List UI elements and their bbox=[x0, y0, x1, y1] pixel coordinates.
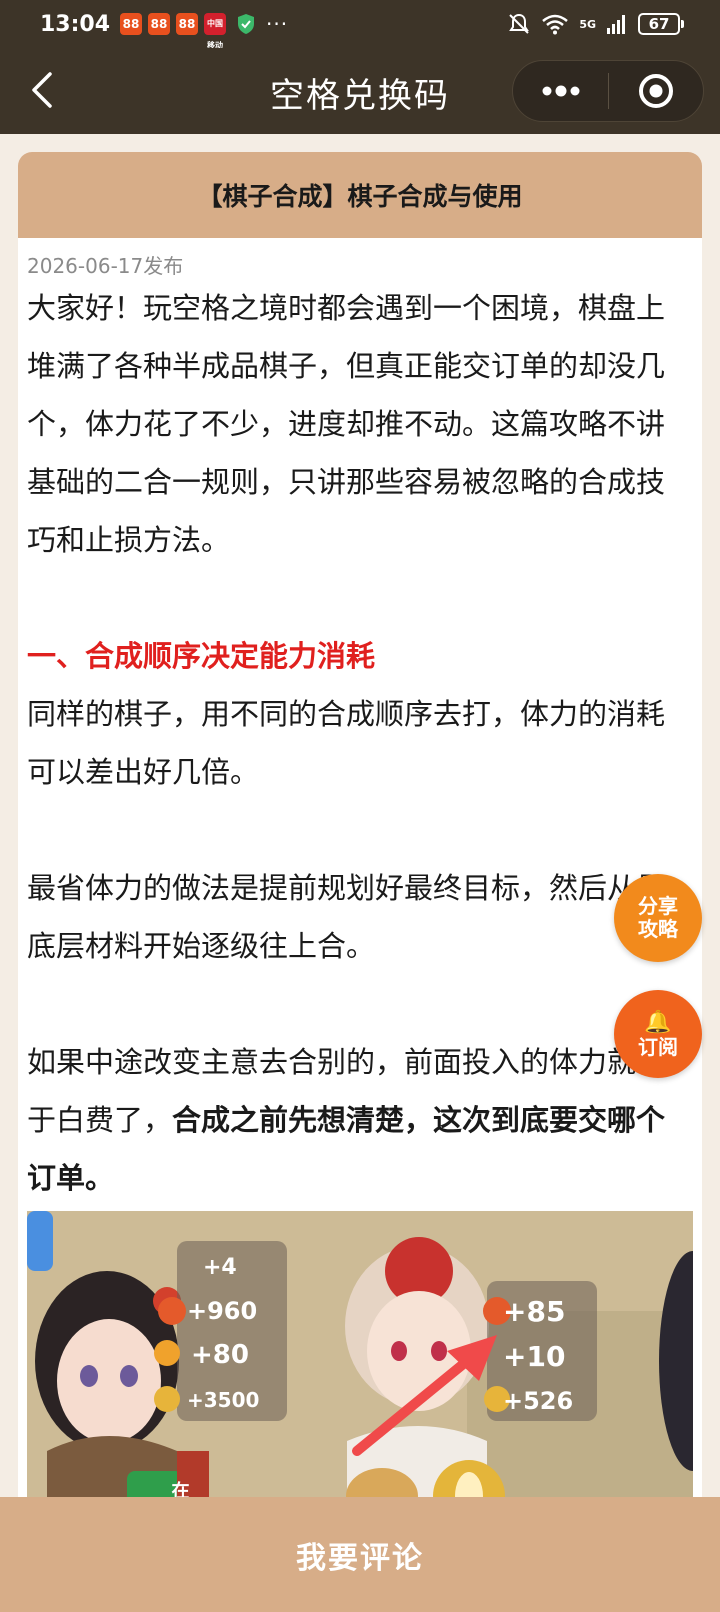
body-paragraph: 同样的棋子，用不同的合成顺序去打，体力的消耗可以差出好几倍。 bbox=[27, 697, 666, 789]
status-time: 13:04 bbox=[40, 11, 111, 37]
signal-icon bbox=[607, 15, 625, 34]
app-notification-icon: 88 bbox=[176, 13, 199, 35]
stat-value: +80 bbox=[191, 1340, 249, 1370]
bell-icon: 🔔 bbox=[644, 1009, 672, 1035]
network-type: 5G bbox=[579, 17, 596, 31]
game-scene-illustration: +4 +960 +80 +3500 +85 +10 +526 在他 bbox=[27, 1211, 693, 1512]
share-label-line2: 攻略 bbox=[638, 917, 678, 941]
stat-value: +3500 bbox=[187, 1388, 259, 1412]
stat-value: +960 bbox=[187, 1297, 257, 1325]
shield-icon bbox=[238, 14, 255, 34]
close-button[interactable] bbox=[609, 61, 703, 121]
bell-muted-icon bbox=[509, 13, 530, 34]
target-close-icon bbox=[638, 74, 673, 108]
game-screenshot-image[interactable]: +4 +960 +80 +3500 +85 +10 +526 在他 bbox=[27, 1211, 693, 1512]
mini-program-capsule bbox=[512, 60, 704, 122]
more-button[interactable] bbox=[513, 61, 608, 121]
stat-value: +85 bbox=[503, 1295, 565, 1328]
subscribe-button[interactable]: 🔔 订阅 bbox=[614, 990, 702, 1078]
share-guide-button[interactable]: 分享 攻略 bbox=[614, 874, 702, 962]
body-paragraph: 最省体力的做法是提前规划好最终目标，然后从最底层材料开始逐级往上合。 bbox=[27, 871, 666, 963]
carrier-app-icon: 中国移动 bbox=[204, 13, 227, 50]
stat-value: +4 bbox=[203, 1255, 237, 1280]
battery-icon: 67 bbox=[638, 13, 684, 35]
publish-date: 2026-06-17发布 bbox=[27, 254, 184, 278]
subscribe-label: 订阅 bbox=[638, 1034, 678, 1059]
intro-paragraph: 大家好！玩空格之境时都会遇到一个困境，棋盘上堆满了各种半成品棋子，但真正能交订单… bbox=[27, 291, 666, 557]
comment-button[interactable]: 我要评论 bbox=[0, 1497, 720, 1612]
app-notification-icon: 88 bbox=[148, 13, 171, 35]
stat-value: +10 bbox=[503, 1340, 565, 1373]
body-paragraph: 如果中途改变主意去合别的，前面投入的体力就等于白费了，合成之前先想清楚，这次到底… bbox=[27, 1033, 693, 1207]
stat-value: +526 bbox=[503, 1387, 573, 1415]
share-label-line1: 分享 bbox=[638, 894, 678, 918]
article-card: 【棋子合成】棋子合成与使用 2026-06-17发布 大家好！玩空格之境时都会遇… bbox=[18, 152, 702, 1512]
nav-bar: 空格兑换码 bbox=[0, 48, 720, 134]
article-body: 大家好！玩空格之境时都会遇到一个困境，棋盘上堆满了各种半成品棋子，但真正能交订单… bbox=[18, 279, 702, 1207]
article-title: 【棋子合成】棋子合成与使用 bbox=[18, 152, 702, 238]
more-notifications-icon: ··· bbox=[266, 12, 289, 36]
status-indicators: 5G 67 bbox=[507, 12, 684, 36]
wifi-icon bbox=[542, 14, 569, 35]
app-notification-icon: 88 bbox=[120, 13, 143, 35]
section-heading: 一、合成顺序决定能力消耗 bbox=[27, 639, 376, 673]
more-dots-icon bbox=[542, 85, 579, 97]
status-bar: 13:04 88 88 88 中国移动 ··· 5G 67 bbox=[0, 0, 720, 50]
